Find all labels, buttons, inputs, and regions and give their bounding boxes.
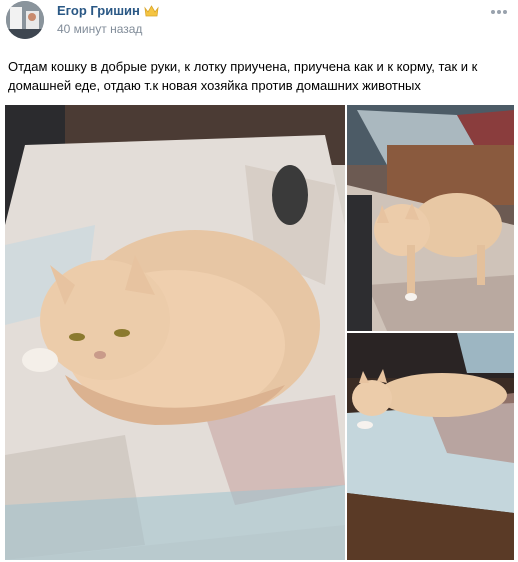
photo-cat-standing[interactable] <box>347 105 514 331</box>
post-time[interactable]: 40 минут назад <box>57 22 142 36</box>
photo-cat-lying[interactable] <box>347 333 514 560</box>
crown-icon <box>144 4 159 16</box>
author-name[interactable]: Егор Гришин <box>57 3 159 18</box>
post-text: Отдам кошку в добрые руки, к лотку приуч… <box>8 59 478 93</box>
photo-cat-curled[interactable] <box>5 105 345 560</box>
author-avatar[interactable] <box>6 1 44 39</box>
more-dots-icon[interactable] <box>490 8 508 16</box>
post-card: Егор Гришин 40 минут назад Отдам кошку в… <box>0 0 518 562</box>
author-name-label: Егор Гришин <box>57 3 140 18</box>
